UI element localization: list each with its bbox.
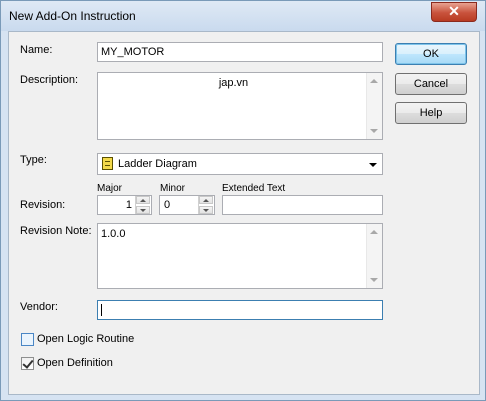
vendor-input[interactable] [97,300,383,320]
minor-label: Minor [160,183,186,194]
open-logic-routine-checkbox[interactable] [21,333,34,346]
checkmark-icon [22,357,34,369]
description-textarea[interactable]: jap.vn [97,72,383,140]
scroll-up-icon[interactable] [370,230,378,234]
dialog-window: New Add-On Instruction ✕ Name: MY_MOTOR … [0,0,486,401]
revision-note-text: 1.0.0 [101,228,126,240]
revision-note-textarea[interactable]: 1.0.0 [97,223,383,289]
description-label: Description: [20,74,79,86]
spin-up-icon[interactable] [199,196,213,204]
open-definition-checkbox[interactable] [21,357,34,370]
type-select[interactable]: Ladder Diagram [97,153,383,175]
window-title: New Add-On Instruction [9,9,136,23]
help-button[interactable]: Help [395,102,467,124]
type-select-value: Ladder Diagram [118,158,197,170]
major-label: Major [97,183,123,194]
major-spinbox[interactable]: 1 [97,195,152,215]
open-logic-routine-label[interactable]: Open Logic Routine [37,333,134,345]
scroll-down-icon[interactable] [370,129,378,133]
cancel-button[interactable]: Cancel [395,73,467,95]
name-input[interactable]: MY_MOTOR [97,42,383,62]
dialog-body: Name: MY_MOTOR Description: jap.vn Type:… [8,31,480,395]
major-value: 1 [125,199,132,211]
open-definition-label[interactable]: Open Definition [37,357,113,369]
type-label: Type: [20,154,47,166]
extended-text-label: Extended Text [222,183,286,194]
scroll-up-icon[interactable] [370,79,378,83]
major-spin-buttons[interactable] [135,196,151,214]
spin-down-icon[interactable] [136,206,150,214]
extended-text-input[interactable] [222,195,383,215]
scroll-down-icon[interactable] [370,278,378,282]
vendor-label: Vendor: [20,301,58,313]
description-text: jap.vn [218,77,249,89]
minor-spin-buttons[interactable] [198,196,214,214]
spin-up-icon[interactable] [136,196,150,204]
revision-note-label: Revision Note: [20,225,92,237]
close-button[interactable]: ✕ [431,2,477,22]
spin-down-icon[interactable] [199,206,213,214]
minor-value: 0 [164,199,171,211]
revision-note-scrollbar[interactable] [366,224,382,288]
revision-label: Revision: [20,199,66,211]
minor-spinbox[interactable]: 0 [159,195,215,215]
ladder-diagram-icon [102,157,113,170]
chevron-down-icon[interactable] [369,163,377,167]
title-bar[interactable]: New Add-On Instruction ✕ [1,1,485,31]
description-scrollbar[interactable] [366,73,382,139]
name-label: Name: [20,44,53,56]
ok-button[interactable]: OK [395,43,467,65]
text-caret [101,304,102,316]
